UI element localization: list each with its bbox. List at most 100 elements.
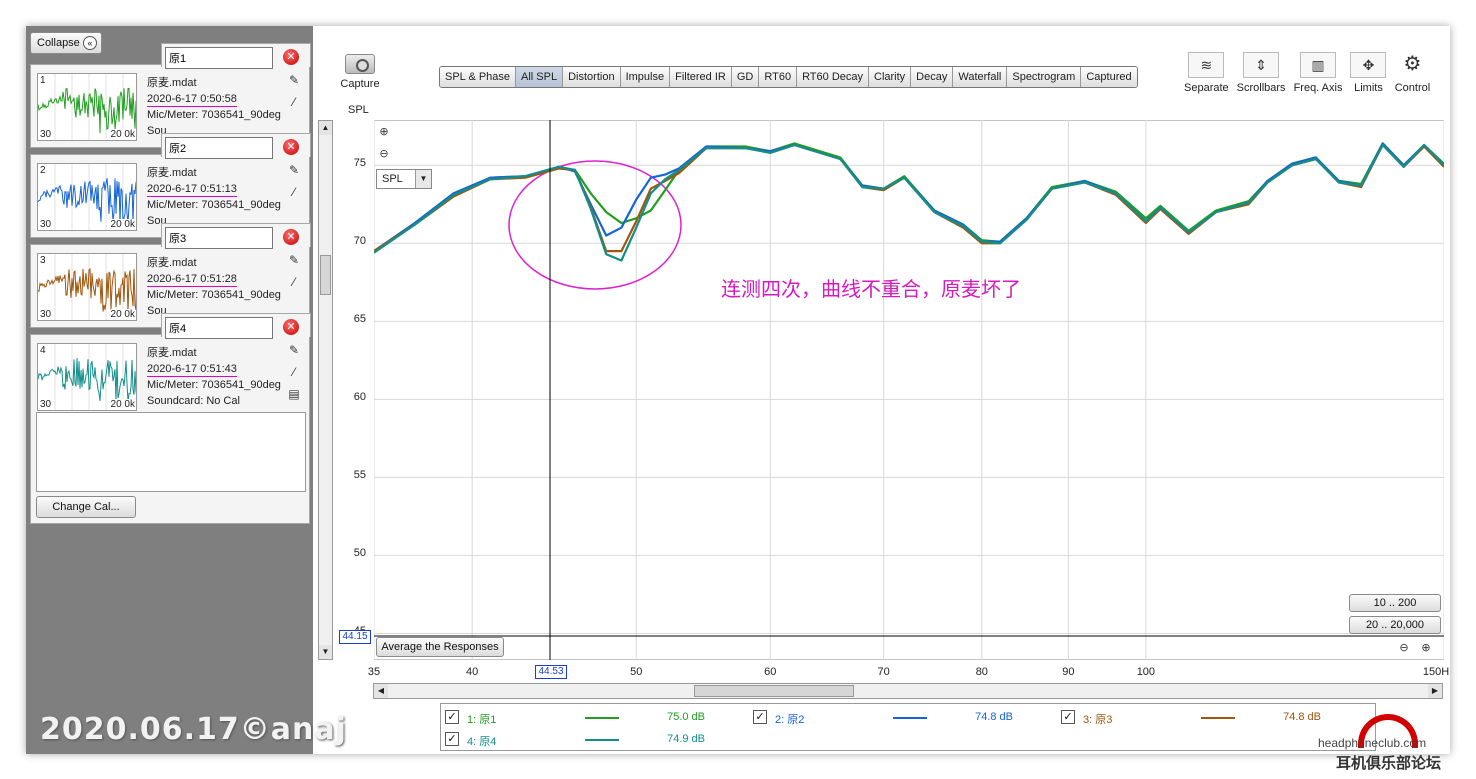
legend-checkbox[interactable]: ✓ <box>445 710 459 724</box>
cursor-y-readout: 44.15 <box>339 630 371 644</box>
soundcard: Soundcard: No Cal <box>147 395 240 407</box>
x-tick-label: 40 <box>466 666 479 678</box>
capture-label: Capture <box>340 78 380 90</box>
pen-color-icon[interactable]: ⁄ <box>287 185 301 199</box>
scroll-up-icon[interactable]: ▲ <box>319 121 332 135</box>
range-10-200-button[interactable]: 10 .. 200 <box>1349 594 1441 612</box>
measurement-thumbnail[interactable]: 4 30 20 0k <box>37 343 137 411</box>
capture-button[interactable]: Capture <box>340 54 380 90</box>
legend-item-1[interactable]: ✓ 1: 原1 75.0 dB <box>445 710 745 726</box>
measurement-date: 2020-6-17 0:51:43 <box>147 363 237 377</box>
collapse-button[interactable]: Collapse « <box>30 32 102 54</box>
separate-button[interactable]: ≋ Separate <box>1184 52 1229 94</box>
measurement-number: 4 <box>40 345 46 356</box>
y-tick-label: 75 <box>353 157 366 170</box>
tab-rt60[interactable]: RT60 <box>759 67 798 87</box>
thumb-wave <box>38 87 136 134</box>
site-logo-text-2: 耳机俱乐部论坛 <box>1336 754 1442 772</box>
tab-decay[interactable]: Decay <box>911 67 954 87</box>
notes-box[interactable] <box>36 412 306 492</box>
tab-rt60-decay[interactable]: RT60 Decay <box>797 67 869 87</box>
delete-icon[interactable]: ✕ <box>283 49 299 65</box>
legend-value: 74.8 dB <box>975 711 1013 723</box>
tab-spl-phase[interactable]: SPL & Phase <box>440 67 517 87</box>
scroll-down-icon[interactable]: ▼ <box>319 645 332 659</box>
info-edit-icon[interactable]: ✎ <box>287 163 301 177</box>
legend-label: 2: 原2 <box>775 714 805 726</box>
info-edit-icon[interactable]: ✎ <box>287 343 301 357</box>
range-20-20000-button[interactable]: 20 .. 20,000 <box>1349 616 1441 634</box>
spl-graph[interactable] <box>374 120 1444 660</box>
legend-item-2[interactable]: ✓ 2: 原2 74.8 dB <box>753 710 1053 726</box>
delete-icon[interactable]: ✕ <box>283 229 299 245</box>
mic-meter: Mic/Meter: 7036541_90deg <box>147 109 281 121</box>
freq-axis-icon: ▥ <box>1300 52 1337 78</box>
info-edit-icon[interactable]: ✎ <box>287 253 301 267</box>
annotation-text: 连测四次，曲线不重合，原麦坏了 <box>721 277 1021 301</box>
legend-swatch <box>585 717 619 719</box>
legend-checkbox[interactable]: ✓ <box>445 732 459 746</box>
chevron-down-icon: ▼ <box>415 170 431 188</box>
chevron-left-icon: « <box>83 36 97 50</box>
limits-icon: ✥ <box>1350 52 1387 78</box>
spl-select[interactable]: SPL ▼ <box>376 169 432 189</box>
tab-clarity[interactable]: Clarity <box>869 67 912 87</box>
legend-checkbox[interactable]: ✓ <box>1061 710 1075 724</box>
tab-all-spl[interactable]: All SPL <box>516 67 564 87</box>
document-icon[interactable]: ▤ <box>287 387 301 401</box>
y-axis-label: SPL <box>348 104 369 116</box>
measurement-name-input[interactable] <box>165 47 273 69</box>
tab-filtered-ir[interactable]: Filtered IR <box>670 67 732 87</box>
freq-axis-button[interactable]: ▥ Freq. Axis <box>1294 52 1342 94</box>
measurement-thumbnail[interactable]: 2 30 20 0k <box>37 163 137 231</box>
tab-spectrogram[interactable]: Spectrogram <box>1007 67 1082 87</box>
zoom-out-horizontal-icon[interactable]: ⊖ <box>1396 640 1412 656</box>
scroll-left-icon[interactable]: ◀ <box>374 684 388 698</box>
pen-color-icon[interactable]: ⁄ <box>287 275 301 289</box>
tab-distortion[interactable]: Distortion <box>563 67 621 87</box>
x-tick-label: 35 <box>367 666 381 678</box>
range-hi: 20 0k <box>110 309 135 320</box>
legend-item-4[interactable]: ✓ 4: 原4 74.9 dB <box>445 732 745 748</box>
tab-waterfall[interactable]: Waterfall <box>953 67 1008 87</box>
limits-button[interactable]: ✥ Limits <box>1350 52 1387 94</box>
y-tick-label: 65 <box>353 313 366 326</box>
measurement-thumbnail[interactable]: 3 30 20 0k <box>37 253 137 321</box>
zoom-out-vertical-icon[interactable]: ⊖ <box>376 146 392 162</box>
zoom-in-horizontal-icon[interactable]: ⊕ <box>1418 640 1434 656</box>
tab-captured[interactable]: Captured <box>1081 67 1137 87</box>
info-edit-icon[interactable]: ✎ <box>287 73 301 87</box>
scrollbars-button[interactable]: ⇕ Scrollbars <box>1237 52 1286 94</box>
spl-select-value: SPL <box>382 173 403 185</box>
measurement-name-input[interactable] <box>165 317 273 339</box>
measurement-name-input[interactable] <box>165 137 273 159</box>
scroll-thumb[interactable] <box>320 255 331 295</box>
zoom-in-vertical-icon[interactable]: ⊕ <box>376 124 392 140</box>
legend-checkbox[interactable]: ✓ <box>753 710 767 724</box>
tab-gd[interactable]: GD <box>731 67 760 87</box>
delete-icon[interactable]: ✕ <box>283 139 299 155</box>
pen-color-icon[interactable]: ⁄ <box>287 95 301 109</box>
measurement-name-input[interactable] <box>165 227 273 249</box>
change-cal-button[interactable]: Change Cal... <box>36 496 136 518</box>
control-button[interactable]: ⚙ Control <box>1394 52 1430 94</box>
graph-horizontal-scrollbar[interactable]: ◀ ▶ <box>373 683 1443 699</box>
h-scroll-thumb[interactable] <box>694 685 854 697</box>
file-name: 原麦.mdat <box>147 77 197 89</box>
chart-svg[interactable] <box>374 120 1444 660</box>
measurement-number: 2 <box>40 165 46 176</box>
delete-icon[interactable]: ✕ <box>283 319 299 335</box>
measurement-date: 2020-6-17 0:51:13 <box>147 183 237 197</box>
average-responses-button[interactable]: Average the Responses <box>376 637 504 657</box>
scroll-right-icon[interactable]: ▶ <box>1428 684 1442 698</box>
pen-color-icon[interactable]: ⁄ <box>287 365 301 379</box>
legend-item-3[interactable]: ✓ 3: 原3 74.8 dB <box>1061 710 1361 726</box>
limits-label: Limits <box>1354 82 1383 94</box>
separate-label: Separate <box>1184 82 1229 94</box>
range-lo: 30 <box>40 129 52 140</box>
tab-impulse[interactable]: Impulse <box>620 67 671 87</box>
x-tick-label: 80 <box>975 666 988 678</box>
panel-vertical-scrollbar[interactable]: ▲ ▼ <box>318 120 333 660</box>
measurement-thumbnail[interactable]: 1 30 20 0k <box>37 73 137 141</box>
range-lo: 30 <box>40 399 52 410</box>
